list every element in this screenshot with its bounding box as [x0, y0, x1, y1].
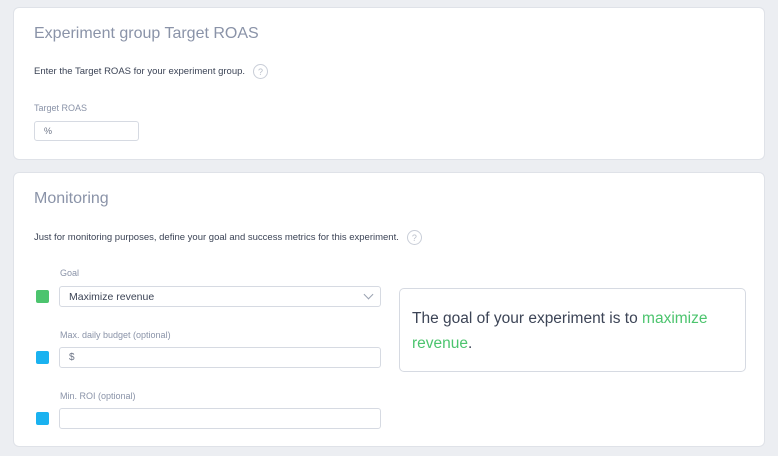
- goal-summary-suffix: .: [468, 335, 473, 352]
- roi-label: Min. ROI (optional): [60, 391, 136, 401]
- dollar-icon: $: [69, 352, 75, 363]
- percent-icon: %: [44, 126, 53, 136]
- goal-selected-value: Maximize revenue: [69, 290, 155, 303]
- budget-input[interactable]: $: [59, 347, 381, 368]
- roi-input[interactable]: [59, 408, 381, 429]
- budget-color-marker: [36, 351, 49, 364]
- target-roas-description-text: Enter the Target ROAS for your experimen…: [34, 66, 246, 77]
- help-icon[interactable]: ?: [406, 230, 422, 245]
- monitoring-description: Just for monitoring purposes, define you…: [34, 230, 422, 245]
- goal-label: Goal: [60, 268, 80, 278]
- chevron-down-icon: [363, 289, 374, 300]
- goal-summary-prefix: The goal of your experiment is to: [412, 310, 643, 327]
- goal-color-marker: [36, 290, 49, 303]
- target-roas-description: Enter the Target ROAS for your experimen…: [34, 64, 269, 79]
- help-icon[interactable]: ?: [253, 64, 269, 79]
- target-roas-title: Experiment group Target ROAS: [34, 25, 259, 42]
- monitoring-title: Monitoring: [34, 190, 109, 207]
- monitoring-card: Monitoring Just for monitoring purposes,…: [13, 172, 765, 447]
- target-roas-input[interactable]: %: [34, 121, 139, 141]
- target-roas-card: Experiment group Target ROAS Enter the T…: [13, 7, 765, 160]
- goal-summary-box: The goal of your experiment is to maximi…: [399, 288, 746, 372]
- target-roas-label: Target ROAS: [34, 103, 88, 113]
- roi-color-marker: [36, 412, 49, 425]
- goal-select[interactable]: Maximize revenue: [59, 286, 381, 307]
- budget-label: Max. daily budget (optional): [60, 330, 171, 340]
- monitoring-description-text: Just for monitoring purposes, define you…: [34, 232, 399, 243]
